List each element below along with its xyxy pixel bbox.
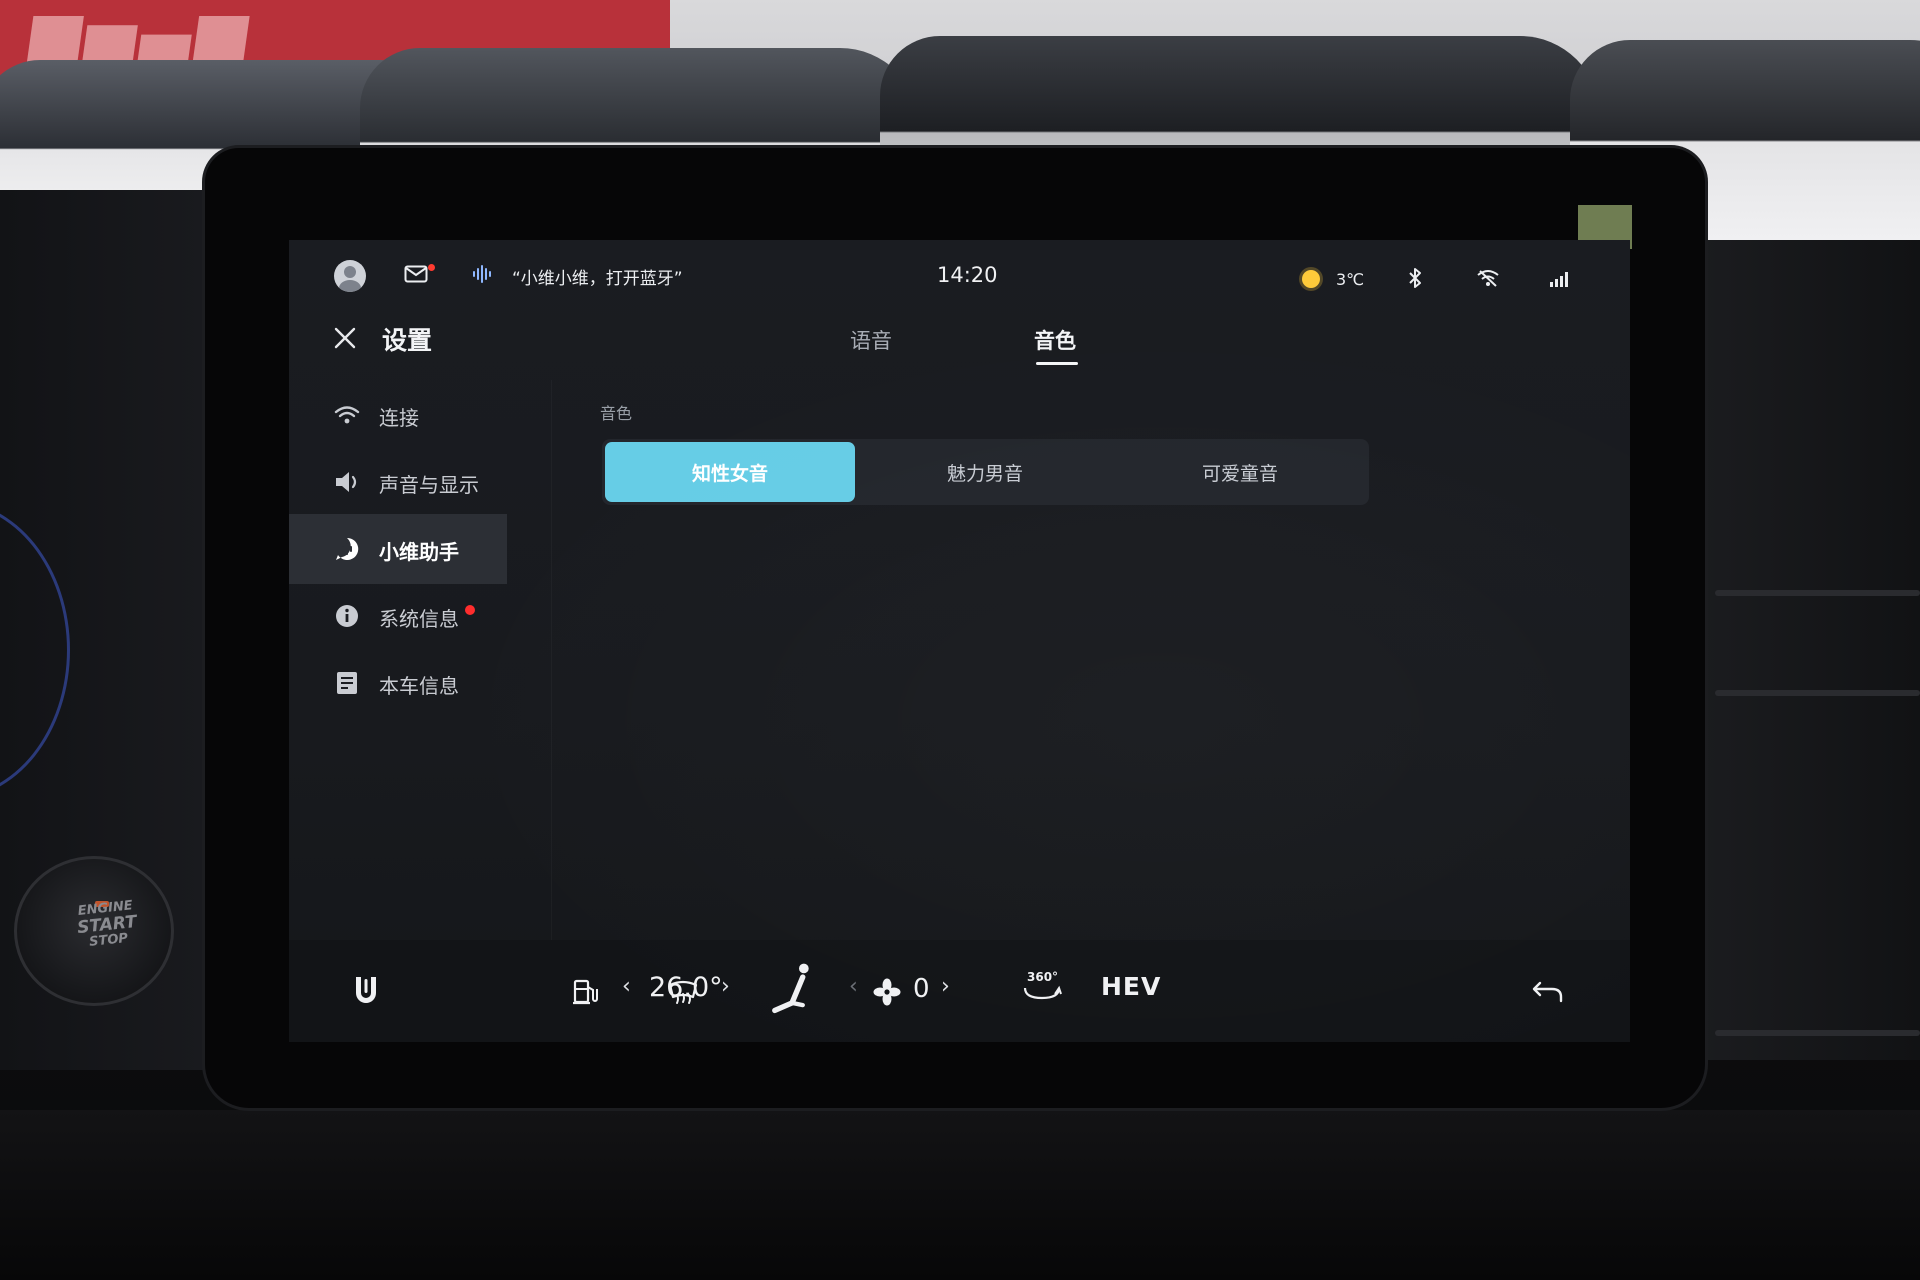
sidebar-item-label: 声音与显示 bbox=[379, 473, 479, 497]
wifi-icon bbox=[334, 406, 360, 424]
mail-icon[interactable] bbox=[404, 265, 428, 283]
infotainment-screen: “小维小维，打开蓝牙” 14:20 3℃ 设置 语音 音色 连接 声音与显示 小… bbox=[289, 240, 1630, 1042]
air-vent bbox=[1715, 690, 1920, 696]
option-cute-child-voice[interactable]: 可爱童音 bbox=[1115, 442, 1365, 502]
active-tab-indicator bbox=[1036, 362, 1078, 365]
bluetooth-icon[interactable] bbox=[1406, 267, 1424, 289]
dock-controls bbox=[289, 940, 1630, 1042]
tab-timbre[interactable]: 音色 bbox=[1034, 325, 1076, 355]
home-u-icon[interactable] bbox=[353, 975, 379, 1007]
fan-increase-button[interactable]: › bbox=[941, 974, 950, 999]
avatar-icon[interactable] bbox=[334, 260, 366, 292]
air-vent bbox=[1715, 1030, 1920, 1036]
sidebar-item-connection[interactable]: 连接 bbox=[289, 380, 551, 450]
option-intellectual-female-voice[interactable]: 知性女音 bbox=[605, 442, 855, 502]
page-title: 设置 bbox=[382, 326, 433, 355]
assistant-icon bbox=[336, 537, 359, 560]
sidebar-item-label: 连接 bbox=[379, 406, 419, 430]
sidebar-item-sound-display[interactable]: 声音与显示 bbox=[289, 447, 551, 517]
sidebar-item-vehicle-info[interactable]: 本车信息 bbox=[289, 648, 551, 718]
settings-sidebar: 连接 声音与显示 小维助手 系统信息 本车信息 bbox=[289, 380, 551, 940]
sidebar-item-label: 系统信息 bbox=[379, 607, 459, 631]
seat-icon[interactable] bbox=[770, 962, 814, 1018]
cabin-temperature: 26.0° bbox=[649, 972, 723, 1003]
back-icon[interactable] bbox=[1532, 980, 1564, 1004]
dashboard-right bbox=[1700, 240, 1920, 1060]
temp-increase-button[interactable]: › bbox=[721, 974, 730, 999]
signal-icon bbox=[1550, 272, 1568, 287]
document-icon bbox=[337, 672, 357, 694]
fan-decrease-button[interactable]: ‹ bbox=[849, 974, 858, 999]
outside-temperature: 3℃ bbox=[1336, 270, 1365, 289]
fan-level: 0 bbox=[913, 974, 930, 1004]
sidebar-item-system-info[interactable]: 系统信息 bbox=[289, 581, 551, 651]
camera-360-ring bbox=[1023, 985, 1062, 1000]
wifi-off-icon[interactable] bbox=[1476, 268, 1500, 288]
voice-hint: “小维小维，打开蓝牙” bbox=[512, 269, 683, 289]
close-icon[interactable] bbox=[334, 327, 356, 349]
engine-start-button: ENGINE START STOP bbox=[14, 856, 174, 1006]
sidebar-item-assistant[interactable]: 小维助手 bbox=[289, 514, 507, 584]
tab-voice[interactable]: 语音 bbox=[850, 325, 892, 355]
sidebar-divider bbox=[551, 380, 552, 940]
fuel-icon[interactable] bbox=[572, 978, 600, 1006]
notification-dot bbox=[465, 605, 475, 615]
dashboard-bottom bbox=[0, 1110, 1920, 1280]
option-charming-male-voice[interactable]: 魅力男音 bbox=[860, 442, 1110, 502]
clock: 14:20 bbox=[937, 263, 998, 287]
sidebar-item-label: 小维助手 bbox=[379, 540, 459, 564]
status-bar: “小维小维，打开蓝牙” 14:20 3℃ bbox=[289, 240, 1630, 300]
mail-unread-dot bbox=[428, 264, 435, 271]
section-label: 音色 bbox=[600, 404, 633, 423]
camera-360-icon[interactable]: 360° bbox=[1021, 968, 1063, 1008]
drive-mode-label[interactable]: HEV bbox=[1101, 972, 1161, 1001]
voice-wave-icon[interactable] bbox=[472, 264, 494, 284]
speaker-icon bbox=[336, 472, 357, 492]
sun-icon bbox=[1302, 270, 1320, 288]
fan-icon[interactable] bbox=[873, 978, 901, 1006]
sidebar-item-label: 本车信息 bbox=[379, 674, 459, 698]
voice-timbre-selector: 知性女音 魅力男音 可爱童音 bbox=[602, 439, 1369, 505]
air-vent bbox=[1715, 590, 1920, 596]
temp-decrease-button[interactable]: ‹ bbox=[622, 974, 631, 999]
info-icon bbox=[336, 605, 358, 627]
